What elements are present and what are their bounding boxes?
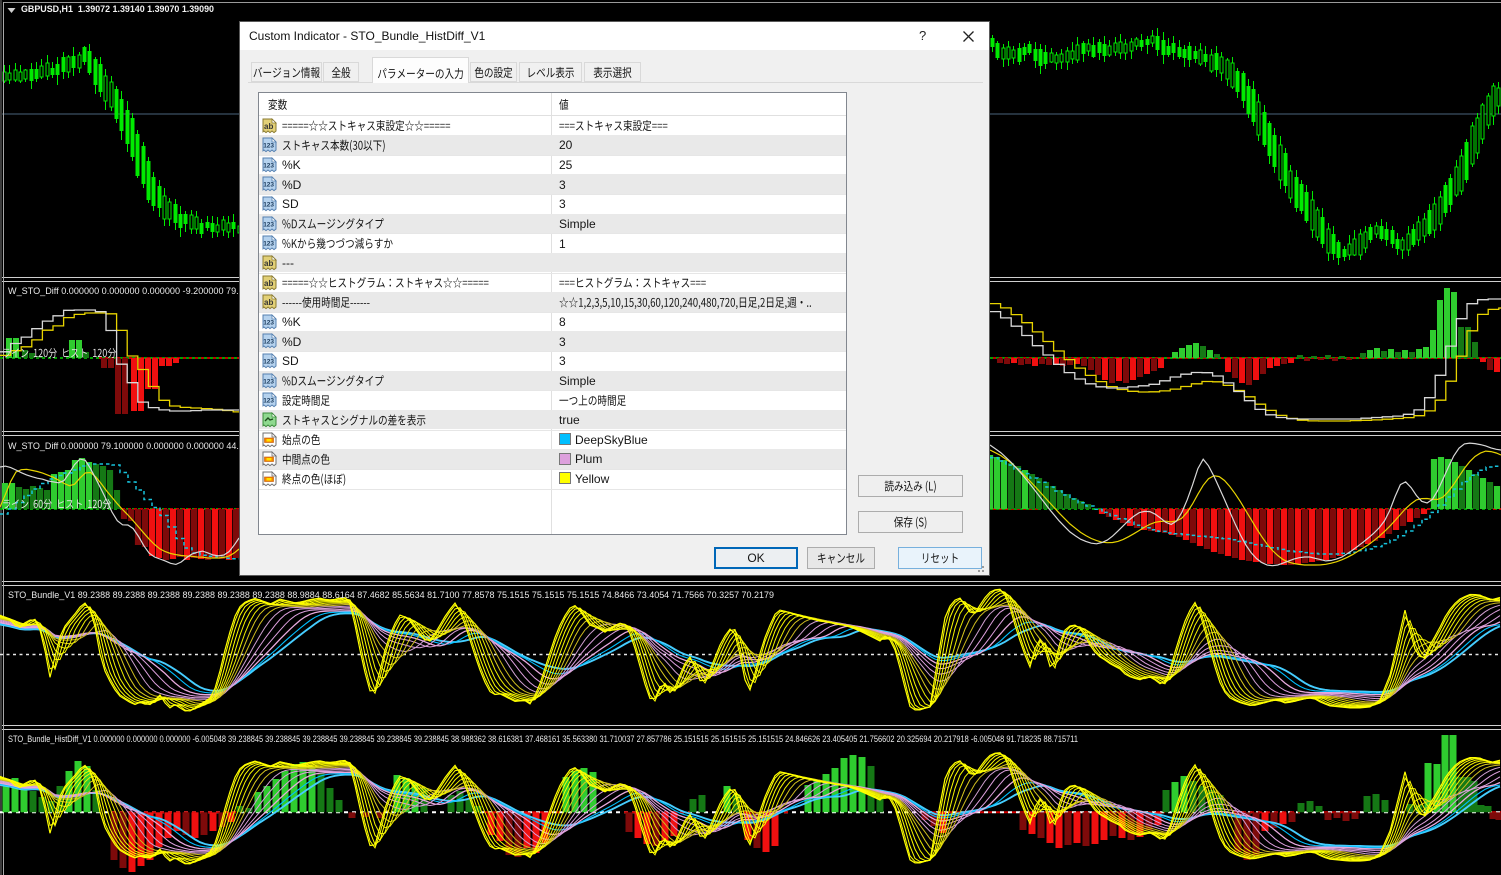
svg-text:W_STO_Diff 0.000000 0.000000 0: W_STO_Diff 0.000000 0.000000 0.000000 -9… [8,286,269,297]
svg-text:GBPUSD,H1 1.39072 1.39140 1.3: GBPUSD,H1 1.39072 1.39140 1.39070 1.3909… [21,4,214,15]
svg-text:W_STO_Diff 0.000000 79.100000: W_STO_Diff 0.000000 79.100000 0.000000 0… [8,441,269,452]
svg-text:STO_Bundle_V1 89.2388 89.2388: STO_Bundle_V1 89.2388 89.2388 89.2388 89… [8,590,774,601]
svg-text:STO_Bundle_HistDiff_V1 0.00000: STO_Bundle_HistDiff_V1 0.000000 0.000000… [8,734,1078,745]
